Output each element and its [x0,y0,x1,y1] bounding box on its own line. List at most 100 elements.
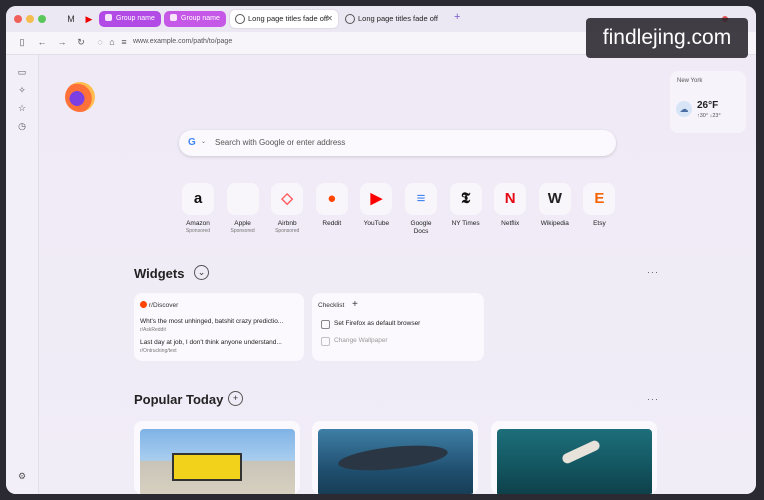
checklist-add-button[interactable]: + [352,299,358,310]
site-logo-icon: N [504,190,516,207]
popular-more-button[interactable]: ··· [647,394,659,404]
shortcut-icon-tile[interactable]: N [494,183,527,215]
whale-shape [337,441,449,475]
shortcut-tile[interactable]: ▶ YouTube [354,183,398,228]
popular-add-button[interactable]: + [228,391,243,406]
site-logo-icon: ▶ [370,190,383,207]
shortcut-label: Airbnb [277,220,297,227]
widgets-more-button[interactable]: ··· [647,267,659,277]
shortcut-icon-tile[interactable]: ▶ [360,183,393,215]
site-logo-icon [227,183,259,215]
shortcut-icon-tile[interactable]: W [538,183,571,215]
story-image-2 [318,429,473,494]
story-image-3 [497,429,652,494]
back-button[interactable]: ← [36,36,48,48]
permissions-icon[interactable]: ≡ [118,36,130,48]
firefox-logo [65,82,95,112]
bookmark-star-icon[interactable]: ☆ [17,103,27,113]
site-logo-icon: ≡ [416,190,426,207]
reddit-icon [140,301,147,308]
weather-city: New York [677,78,703,84]
shortcut-tile[interactable]: ● Reddit [310,183,354,228]
url-field[interactable]: www.example.com/path/to/page [133,38,232,45]
story-card-1[interactable] [134,421,300,494]
reload-button[interactable]: ↻ [75,36,87,48]
discover-item-2[interactable]: Last day at job, I don't think anyone un… [140,339,282,346]
new-tab-button[interactable]: + [454,11,460,23]
sidebar: ▭ ✧ ☆ ◷ ⚙ [6,55,39,494]
checklist-item-1[interactable]: Set Firefox as default browser [334,320,420,327]
weather-widget[interactable]: New York ☁ 26°F ↑30° ↓23° [670,71,746,133]
shortcut-label: Etsy [593,220,606,227]
close-tab-icon[interactable]: ✕ [326,10,333,28]
site-logo-icon: ◇ [281,190,293,207]
ai-sparkle-icon[interactable]: ✧ [17,85,27,95]
sponsored-label: Sponsored [275,228,300,234]
lock-icon[interactable]: ⌂ [106,36,118,48]
sponsored-label: Sponsored [230,228,255,234]
tab-group-1-label: Group name [116,15,155,22]
tab-group-2[interactable]: Group name [164,11,226,27]
checklist-widget: Checklist + Set Firefox as default brows… [312,293,484,361]
settings-gear-icon[interactable]: ⚙ [17,471,27,481]
diver-shape [560,439,602,465]
tab-group-1[interactable]: Group name [99,11,161,27]
site-logo-icon: E [594,190,605,207]
search-bar[interactable]: G ⌄ Search with Google or enter address [179,130,616,156]
widgets-collapse-button[interactable]: ⌄ [194,265,209,280]
shortcut-tile[interactable]: ◇ Airbnb Sponsored [265,183,309,234]
tab-active[interactable]: Long page titles fade off ✕ [230,10,338,28]
shortcut-tile[interactable]: N Netflix [488,183,532,228]
story-image-1 [140,429,295,494]
forward-button[interactable]: → [56,36,68,48]
discover-widget: r/Discover Wht's the most unhinged, bats… [134,293,304,361]
shortcut-label: Netflix [501,220,520,227]
youtube-pinned-tab-icon[interactable]: ▶ [82,12,96,26]
sidebar-toggle-icon[interactable]: ▯ [16,36,28,48]
shortcut-icon-tile[interactable]: ≡ [405,183,437,215]
weather-temp: 26°F [697,100,719,111]
maximize-window-button[interactable] [38,15,46,23]
story-image-object [172,453,242,481]
history-icon[interactable]: ◷ [17,121,27,131]
checkbox[interactable] [321,320,330,329]
cloud-icon: ☁ [676,101,692,117]
minimize-window-button[interactable] [26,15,34,23]
shortcut-icon-tile[interactable]: a [182,183,214,215]
checklist-item-2[interactable]: Change Wallpaper [334,337,388,344]
tab-inactive[interactable]: Long page titles fade off [340,10,440,28]
shortcut-icon-tile[interactable]: 𝕿 [449,183,482,215]
gmail-pinned-tab-icon[interactable]: M [64,12,78,26]
discover-item-1[interactable]: Wht's the most unhinged, batshit crazy p… [140,318,283,325]
shortcut-icon-tile[interactable] [226,183,259,215]
shortcut-icon-tile[interactable]: ● [315,183,348,215]
browser-window: M ▶ Group name Group name Long page titl… [6,6,756,494]
story-card-2[interactable] [312,421,478,494]
shield-icon[interactable]: ◌ [94,36,106,48]
tab-group-2-label: Group name [181,15,220,22]
shortcut-label: Amazon [186,220,210,227]
tab-title: Long page titles fade off [248,14,328,23]
shortcut-icon-tile[interactable]: E [583,183,616,215]
close-window-button[interactable] [14,15,22,23]
tabs-icon[interactable]: ▭ [17,67,27,77]
shortcut-tile[interactable]: ≡ Google Docs [399,183,443,236]
chevron-down-icon[interactable]: ⌄ [201,138,206,145]
group-icon [105,14,112,21]
shortcut-icon-tile[interactable]: ◇ [271,183,304,215]
shortcut-tile[interactable]: a Amazon Sponsored [176,183,220,234]
checkbox[interactable] [321,337,330,346]
site-logo-icon: a [193,190,203,207]
shortcut-label: Apple [234,220,251,227]
shortcut-tile[interactable]: Apple Sponsored [221,183,265,234]
shortcut-tile[interactable]: 𝕿 NY Times [444,183,488,228]
shortcut-label: Wikipedia [540,220,569,227]
google-icon[interactable]: G [188,137,196,148]
search-input[interactable]: Search with Google or enter address [215,138,345,147]
story-card-3[interactable] [491,421,657,494]
shortcut-tile[interactable]: W Wikipedia [533,183,577,228]
site-logo-icon: 𝕿 [460,190,471,207]
shortcut-tile[interactable]: E Etsy [577,183,621,228]
globe-icon [235,14,245,24]
checklist-title: Checklist [318,302,345,309]
